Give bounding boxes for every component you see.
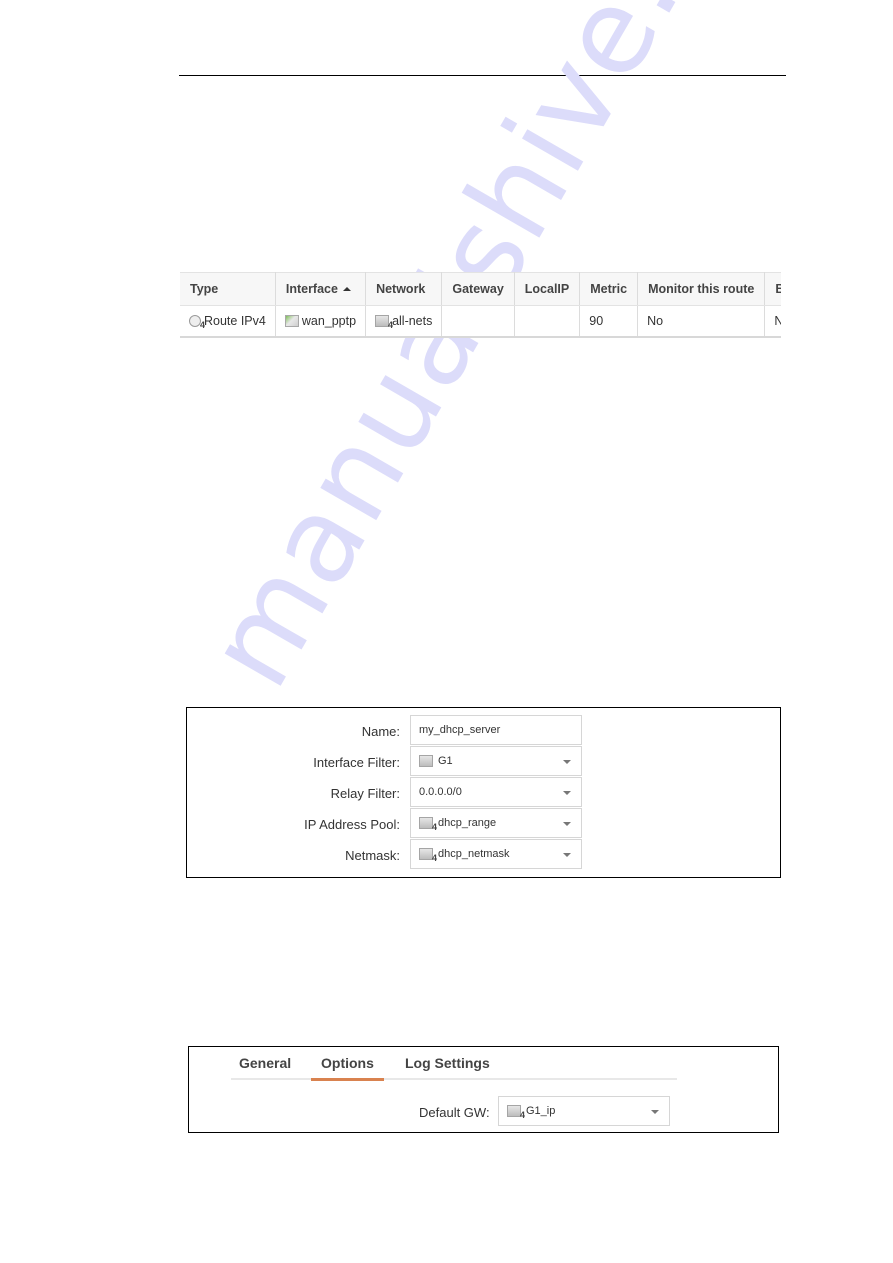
route-table: Type Interface Network Gateway LocalIP M… (180, 272, 781, 338)
netmask-label: Netmask: (345, 848, 400, 863)
cell-metric: 90 (579, 305, 639, 338)
interface-icon (284, 315, 299, 328)
table-header-row: Type Interface Network Gateway LocalIP M… (180, 272, 781, 306)
column-header-network[interactable]: Network (365, 272, 443, 306)
form-row-ip-address-pool: IP Address Pool: 4 dhcp_range (187, 808, 780, 839)
tab-bar: General Options Log Settings (231, 1047, 677, 1081)
chevron-down-icon (651, 1110, 659, 1114)
dhcp-server-form: Name: my_dhcp_server Interface Filter: G… (186, 707, 781, 878)
route-ipv4-icon: 4 (189, 315, 205, 330)
form-row-netmask: Netmask: 4 dhcp_netmask (187, 839, 780, 870)
cell-interface: wan_pptp (275, 305, 367, 338)
column-header-gateway[interactable]: Gateway (441, 272, 515, 306)
ipv4-address-icon: 4 (375, 315, 393, 330)
cell-network: 4 all-nets (365, 305, 443, 338)
cell-localip (514, 305, 581, 338)
interface-filter-dropdown[interactable]: G1 (410, 746, 582, 776)
chevron-down-icon (563, 853, 571, 857)
column-header-metric[interactable]: Metric (579, 272, 639, 306)
column-header-interface[interactable]: Interface (275, 272, 367, 306)
table-row[interactable]: 4Route IPv4 wan_pptp 4all-nets 90 No No (180, 305, 781, 338)
default-gw-dropdown[interactable]: 4 G1_ip (498, 1096, 670, 1126)
options-form: General Options Log Settings Default GW:… (188, 1046, 779, 1133)
header-rule (179, 75, 786, 76)
netmask-dropdown[interactable]: 4 dhcp_netmask (410, 839, 582, 869)
cell-type: 4 Route IPv4 (180, 305, 276, 338)
tab-options[interactable]: Options (311, 1055, 384, 1081)
default-gw-label: Default GW: (419, 1105, 490, 1120)
ipv4-address-icon: 4 (507, 1105, 525, 1120)
chevron-down-icon (563, 760, 571, 764)
ipv4-address-icon: 4 (419, 848, 437, 863)
tab-general[interactable]: General (239, 1055, 291, 1078)
ip-address-pool-label: IP Address Pool: (304, 817, 400, 832)
column-header-monitor[interactable]: Monitor this route (637, 272, 766, 306)
cell-broadcast: No (764, 305, 781, 338)
relay-filter-label: Relay Filter: (330, 786, 400, 801)
column-header-type[interactable]: Type (180, 272, 276, 306)
interface-icon (419, 755, 433, 767)
interface-filter-label: Interface Filter: (313, 755, 400, 770)
form-row-name: Name: my_dhcp_server (187, 715, 780, 746)
name-input[interactable]: my_dhcp_server (410, 715, 582, 745)
ip-address-pool-dropdown[interactable]: 4 dhcp_range (410, 808, 582, 838)
form-row-relay-filter: Relay Filter: 0.0.0.0/0 (187, 777, 780, 808)
name-label: Name: (361, 724, 400, 739)
cell-monitor: No (637, 305, 766, 338)
form-row-interface-filter: Interface Filter: G1 (187, 746, 780, 777)
ipv4-address-icon: 4 (419, 817, 437, 832)
column-header-localip[interactable]: LocalIP (514, 272, 581, 306)
tab-log-settings[interactable]: Log Settings (405, 1055, 490, 1078)
sort-ascending-icon (342, 286, 351, 291)
watermark: manualshive.com (180, 0, 836, 710)
column-header-broadcast[interactable]: Broadcast (764, 272, 781, 306)
chevron-down-icon (563, 822, 571, 826)
relay-filter-dropdown[interactable]: 0.0.0.0/0 (410, 777, 582, 807)
cell-gateway (441, 305, 515, 338)
chevron-down-icon (563, 791, 571, 795)
